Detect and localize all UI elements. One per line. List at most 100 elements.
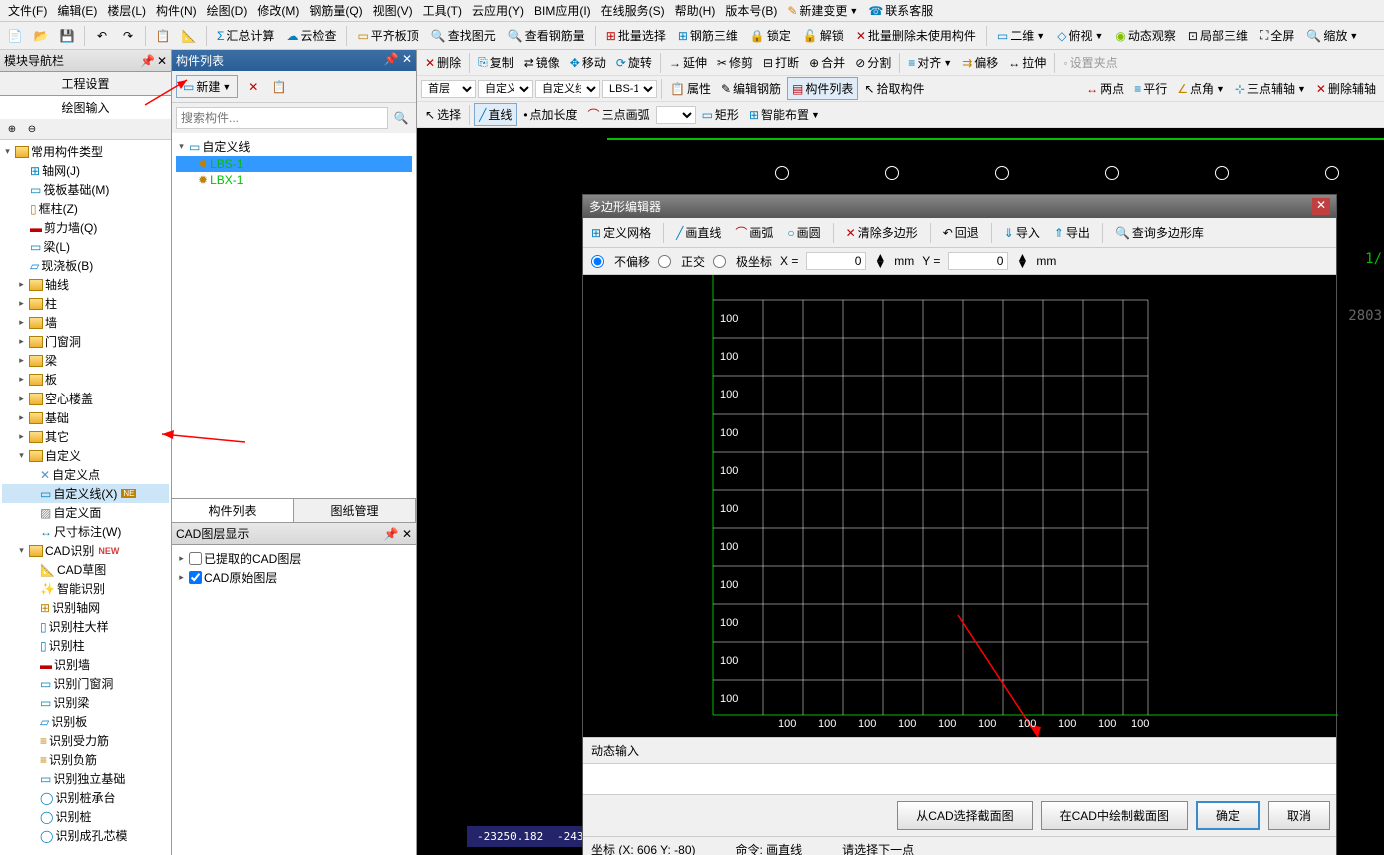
tree-raft[interactable]: ▭筏板基础(M): [2, 180, 169, 199]
menu-contact[interactable]: ☎联系客服: [864, 0, 937, 21]
tree-hollow[interactable]: ▸空心楼盖: [2, 389, 169, 408]
tool-fullscreen[interactable]: ⛶全屏: [1256, 25, 1298, 46]
tool-threearc[interactable]: ⌒三点画弧: [584, 104, 654, 125]
tool-copy[interactable]: ⎘复制: [474, 52, 518, 73]
comp-new-button[interactable]: ▭新建▼: [176, 75, 238, 98]
nav-collapse-icon[interactable]: ⊖: [24, 121, 40, 137]
comp-search-input[interactable]: [176, 107, 388, 129]
tool-threeaxis[interactable]: ⊹三点辅轴▼: [1231, 78, 1310, 99]
pe-btn-ok[interactable]: 确定: [1196, 801, 1260, 830]
tool-mirror[interactable]: ⇄镜像: [520, 52, 564, 73]
tool-merge[interactable]: ⊕合并: [805, 52, 849, 73]
tree-recogdoor[interactable]: ▭识别门窗洞: [2, 674, 169, 693]
tool-offset[interactable]: ⇉偏移: [958, 52, 1002, 73]
tree-other[interactable]: ▸其它: [2, 427, 169, 446]
menu-help[interactable]: 帮助(H): [671, 0, 720, 21]
pe-btn-selectcad[interactable]: 从CAD选择截面图: [897, 801, 1032, 830]
tree-shearwall[interactable]: ▬剪力墙(Q): [2, 218, 169, 237]
tree-recogcol2[interactable]: ▯识别柱: [2, 636, 169, 655]
tree-recogpile2[interactable]: ◯识别桩: [2, 807, 169, 826]
tool-find[interactable]: 🔍查找图元: [427, 25, 500, 46]
tree-customline[interactable]: ▭自定义线(X)NE: [2, 484, 169, 503]
misc-icon-1[interactable]: 📋: [152, 25, 174, 47]
pe-clear[interactable]: ✕清除多边形: [842, 222, 922, 243]
tree-door[interactable]: ▸门窗洞: [2, 332, 169, 351]
cad-extracted-check[interactable]: [189, 552, 202, 565]
pe-btn-cancel[interactable]: 取消: [1268, 801, 1330, 830]
tree-recogpile[interactable]: ◯识别桩承台: [2, 788, 169, 807]
menu-bim[interactable]: BIM应用(I): [530, 0, 595, 21]
tree-plate[interactable]: ▸板: [2, 370, 169, 389]
misc-icon-2[interactable]: 📐: [178, 25, 200, 47]
tree-slab[interactable]: ▱现浇板(B): [2, 256, 169, 275]
tool-rebar3d[interactable]: ⊞钢筋三维: [674, 25, 742, 46]
menu-rebar[interactable]: 钢筋量(Q): [305, 0, 366, 21]
tool-complist[interactable]: ▤构件列表: [787, 77, 858, 100]
spinner-down-icon[interactable]: ▼: [1016, 261, 1028, 268]
cad-original[interactable]: ▸CAD原始图层: [176, 568, 412, 587]
tool-align[interactable]: ≡对齐▼: [904, 52, 956, 73]
tree-foundation[interactable]: ▸基础: [2, 408, 169, 427]
nav-expand-icon[interactable]: ⊕: [4, 121, 20, 137]
comp-delete-icon[interactable]: ✕: [242, 76, 264, 98]
open-icon[interactable]: 📂: [30, 25, 52, 47]
menu-draw[interactable]: 绘图(D): [203, 0, 252, 21]
menu-edit[interactable]: 编辑(E): [53, 0, 101, 21]
tool-parallel[interactable]: ≡平行: [1130, 78, 1171, 99]
menu-floor[interactable]: 楼层(L): [103, 0, 150, 21]
pe-query[interactable]: 🔍查询多边形库: [1111, 222, 1208, 243]
tree-cadsketch[interactable]: 📐CAD草图: [2, 560, 169, 579]
tree-beam2[interactable]: ▸梁: [2, 351, 169, 370]
tool-trim[interactable]: ✂修剪: [713, 52, 757, 73]
close-icon[interactable]: ✕: [157, 54, 167, 68]
tree-axis[interactable]: ▸轴线: [2, 275, 169, 294]
tree-recogbeam[interactable]: ▭识别梁: [2, 693, 169, 712]
tree-customface[interactable]: ▨自定义面: [2, 503, 169, 522]
tree-cad[interactable]: ▾CAD识别NEW: [2, 541, 169, 560]
pin-icon[interactable]: 📌: [384, 527, 399, 541]
tab-draw-input[interactable]: 绘图输入: [0, 96, 171, 119]
tree-smartrecog[interactable]: ✨智能识别: [2, 579, 169, 598]
redo-icon[interactable]: ↷: [117, 25, 139, 47]
tool-move[interactable]: ✥移动: [566, 52, 610, 73]
pe-y-input[interactable]: [948, 252, 1008, 270]
select-custom[interactable]: 自定义: [478, 80, 533, 98]
tree-dimension[interactable]: ↔尺寸标注(W): [2, 522, 169, 541]
pe-canvas[interactable]: 100 100 100 100 100 100 100 100 100 100 …: [583, 275, 1336, 737]
menu-tools[interactable]: 工具(T): [419, 0, 466, 21]
tree-framecol[interactable]: ▯框柱(Z): [2, 199, 169, 218]
comp-copy-icon[interactable]: 📋: [268, 76, 290, 98]
comp-tab-list[interactable]: 构件列表: [172, 499, 294, 522]
tree-wall[interactable]: ▸墙: [2, 313, 169, 332]
tool-delete[interactable]: ✕删除: [421, 52, 465, 73]
cad-original-check[interactable]: [189, 571, 202, 584]
tool-prop[interactable]: 📋属性: [666, 78, 715, 99]
tool-editrebar[interactable]: ✎编辑钢筋: [717, 78, 785, 99]
undo-icon[interactable]: ↶: [91, 25, 113, 47]
tool-line[interactable]: ╱直线: [474, 103, 517, 126]
spinner-down-icon[interactable]: ▼: [874, 261, 886, 268]
tool-batch-select[interactable]: ⊞批量选择: [602, 25, 670, 46]
tree-recogplate[interactable]: ▱识别板: [2, 712, 169, 731]
tool-local3d[interactable]: ⊡局部三维: [1184, 25, 1252, 46]
tool-zoom[interactable]: 🔍缩放▼: [1302, 25, 1362, 46]
tool-rotate[interactable]: ⟳旋转: [612, 52, 656, 73]
pin-icon[interactable]: 📌: [384, 52, 399, 66]
tool-break[interactable]: ⊟打断: [759, 52, 803, 73]
pe-x-input[interactable]: [806, 252, 866, 270]
pe-define-grid[interactable]: ⊞定义网格: [587, 222, 655, 243]
select-customline[interactable]: 自定义线: [535, 80, 600, 98]
dialog-titlebar[interactable]: 多边形编辑器 ✕: [583, 195, 1336, 218]
menu-file[interactable]: 文件(F): [4, 0, 51, 21]
menu-modify[interactable]: 修改(M): [253, 0, 303, 21]
pe-radio-nooffset[interactable]: [591, 255, 604, 268]
menu-cloud[interactable]: 云应用(Y): [468, 0, 528, 21]
dialog-close-icon[interactable]: ✕: [1312, 198, 1330, 215]
tree-custom[interactable]: ▾自定义: [2, 446, 169, 465]
menu-online[interactable]: 在线服务(S): [597, 0, 669, 21]
cad-extracted[interactable]: ▸已提取的CAD图层: [176, 549, 412, 568]
tree-custompt[interactable]: ✕自定义点: [2, 465, 169, 484]
tool-grip[interactable]: ◦设置夹点: [1059, 52, 1121, 73]
tool-gangjin[interactable]: 🔍查看钢筋量: [504, 25, 589, 46]
pe-draw-line[interactable]: ╱画直线: [672, 222, 725, 243]
